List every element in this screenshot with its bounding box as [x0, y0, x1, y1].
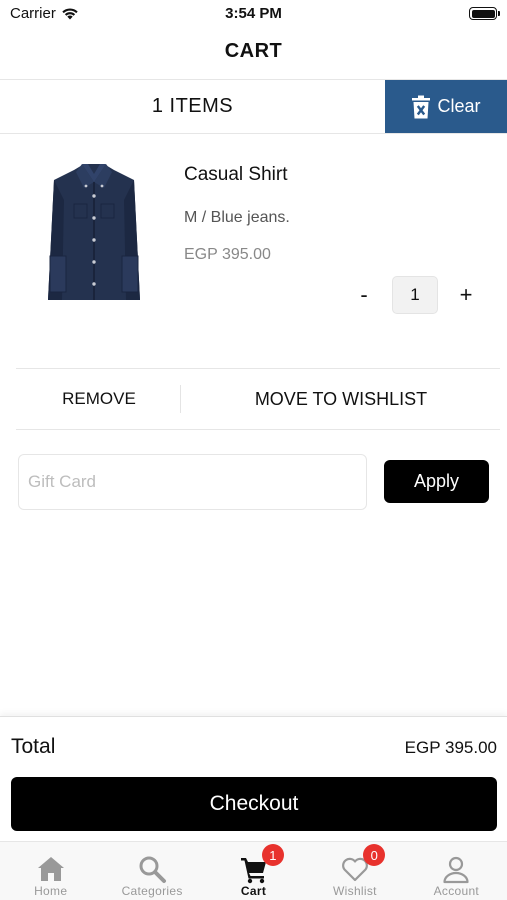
tab-home[interactable]: Home [0, 842, 101, 900]
tab-label: Categories [121, 884, 183, 898]
product-variant: M / Blue jeans. [184, 209, 290, 226]
page-title: CART [224, 40, 283, 62]
gift-card-input[interactable] [18, 454, 367, 510]
clear-cart-button[interactable]: Clear [385, 80, 507, 133]
person-icon [443, 856, 469, 884]
decrease-quantity-button[interactable]: - [352, 280, 376, 310]
status-bar: Carrier 3:54 PM [0, 0, 507, 28]
action-divider [180, 385, 181, 413]
home-icon [37, 857, 64, 881]
tab-account[interactable]: Account [406, 842, 507, 900]
tab-wishlist[interactable]: Wishlist 0 [304, 842, 405, 900]
tab-label: Cart [240, 884, 267, 898]
checkout-button[interactable]: Checkout [11, 777, 497, 831]
product-name[interactable]: Casual Shirt [184, 164, 288, 186]
cart-items-bar: 1 ITEMS Clear [0, 79, 507, 134]
tab-categories[interactable]: Categories [101, 842, 202, 900]
battery-icon [469, 7, 500, 20]
tab-bar: Home Categories Cart 1 Wishlist 0 Accoun… [0, 841, 507, 900]
trash-icon [412, 95, 431, 118]
wishlist-badge: 0 [363, 844, 386, 866]
apply-button[interactable]: Apply [384, 460, 489, 503]
cart-item: Casual Shirt M / Blue jeans. EGP 395.00 … [0, 150, 507, 350]
move-to-wishlist-button[interactable]: MOVE TO WISHLIST [182, 369, 500, 429]
cart-badge: 1 [261, 844, 284, 866]
total-label: Total [11, 735, 56, 758]
remove-button[interactable]: REMOVE [16, 369, 182, 429]
product-price: EGP 395.00 [184, 246, 271, 263]
clock: 3:54 PM [225, 5, 282, 22]
total-value: EGP 395.00 [404, 738, 497, 757]
order-summary: Total EGP 395.00 Checkout [0, 716, 507, 841]
item-actions: REMOVE MOVE TO WISHLIST [16, 368, 500, 430]
search-icon [139, 856, 167, 883]
increase-quantity-button[interactable]: + [452, 280, 480, 310]
product-image[interactable] [44, 160, 144, 300]
tab-label: Home [34, 884, 68, 898]
items-count: 1 ITEMS [151, 95, 234, 117]
tab-label: Wishlist [333, 884, 377, 898]
clear-label: Clear [437, 96, 481, 116]
tab-label: Account [433, 884, 480, 898]
quantity-value: 1 [392, 276, 438, 314]
tab-cart[interactable]: Cart 1 [203, 842, 304, 900]
